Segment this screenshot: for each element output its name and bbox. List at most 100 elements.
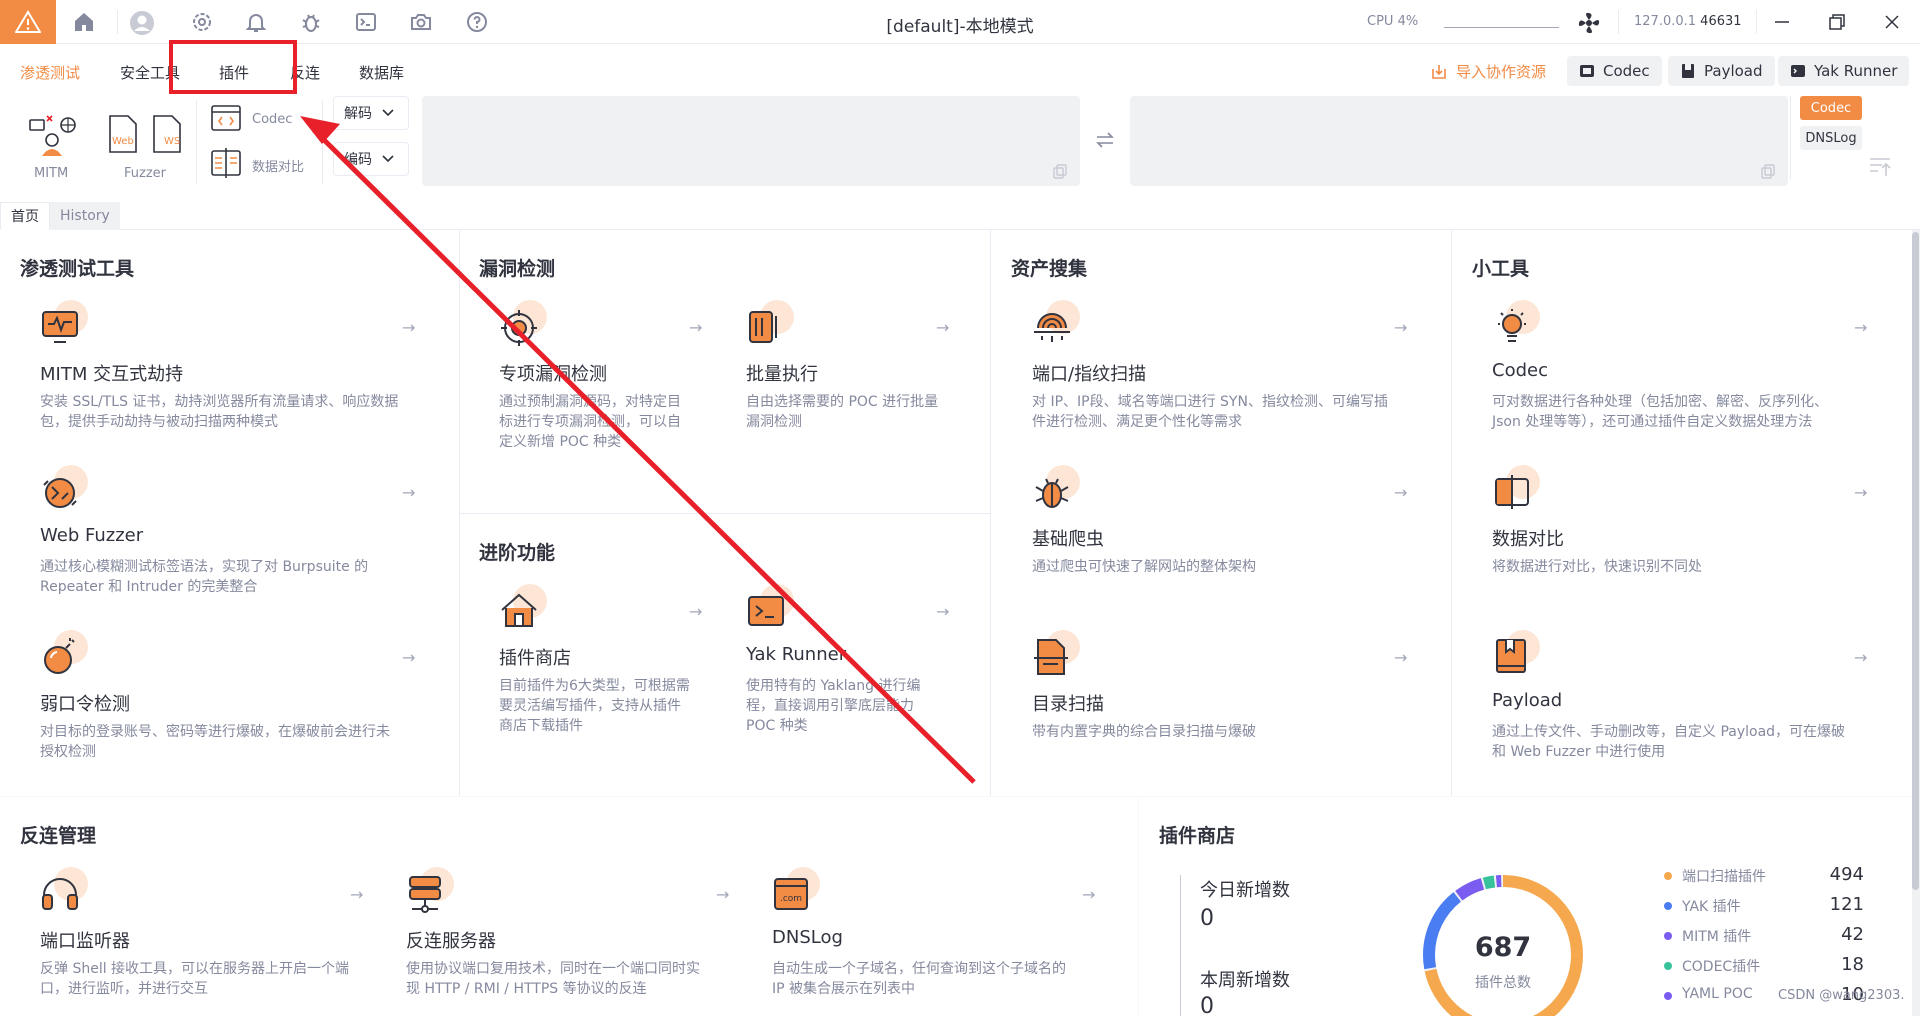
menu-database[interactable]: 数据库 <box>359 62 404 83</box>
section-title-pentest: 渗透测试工具 <box>20 258 135 280</box>
bug-icon <box>1032 465 1080 513</box>
encode-select[interactable]: 编码 <box>333 142 409 176</box>
side-tab-codec[interactable]: Codec <box>1800 96 1862 120</box>
arrow-right-icon: → <box>402 318 416 337</box>
copy-icon[interactable] <box>1760 164 1776 180</box>
card-title: MITM 交互式劫持 <box>40 364 184 385</box>
watermark: CSDN @wang2303. <box>1778 988 1905 1003</box>
engine-address: 127.0.0.1 46631 <box>1634 14 1742 29</box>
web-fuzzer-icon <box>109 115 137 153</box>
legend-label: MITM 插件 <box>1682 929 1752 945</box>
collapse-toolbar-icon[interactable] <box>1868 156 1892 182</box>
card-title: 端口/指纹扫描 <box>1032 364 1147 385</box>
asset-panel: 资产搜集 → 端口/指纹扫描 对 IP、IP段、域名等端口进行 SYN、指纹检测… <box>991 230 1451 796</box>
card-desc: 通过预制漏洞源码，对特定目 标进行专项漏洞检测，可以自 定义新增 POC 种类 <box>499 394 681 450</box>
codec-icon <box>211 105 241 131</box>
tab-home[interactable]: 首页 <box>0 202 50 230</box>
settings-gear-icon[interactable] <box>190 10 214 34</box>
week-new-label: 本周新增数 <box>1200 970 1290 991</box>
yak-runner-shortcut-button[interactable]: Yak Runner <box>1778 56 1910 86</box>
legend-value: 121 <box>1829 894 1864 915</box>
fuzzer-tool[interactable]: Web WS Fuzzer <box>106 114 186 184</box>
dotcom-icon: .com <box>772 867 820 915</box>
legend-value: 494 <box>1829 864 1864 885</box>
card-title: 数据对比 <box>1492 529 1564 550</box>
card-desc: 目前插件为6大类型，可根据需 要灵活编写插件，支持从插件 商店下载插件 <box>499 678 690 734</box>
payload-icon <box>1682 64 1694 78</box>
restore-icon[interactable] <box>1825 10 1849 34</box>
card-desc: 对目标的登录账号、密码等进行爆破，在爆破前会进行未 授权检测 <box>40 724 390 760</box>
card-title: 基础爬虫 <box>1032 529 1104 550</box>
card-desc: 通过核心模糊测试标签语法，实现了对 Burpsuite 的 Repeater 和 … <box>40 559 369 595</box>
section-title-store: 插件商店 <box>1159 825 1236 847</box>
server-icon <box>406 867 454 915</box>
headset-icon <box>40 867 88 915</box>
advanced-panel: 进阶功能 → 插件商店 目前插件为6大类型，可根据需 要灵活编写插件，支持从插件商… <box>460 514 990 796</box>
bug-icon[interactable] <box>299 10 323 34</box>
output-textarea[interactable] <box>1130 96 1788 186</box>
today-new-value: 0 <box>1200 906 1214 931</box>
legend-dot <box>1664 872 1672 880</box>
import-resources-button[interactable]: 导入协作资源 <box>1430 61 1546 82</box>
svg-text:.com: .com <box>780 894 802 904</box>
side-tab-dnslog[interactable]: DNSLog <box>1800 126 1862 150</box>
plugin-total-label: 插件总数 <box>1475 975 1531 991</box>
close-icon[interactable] <box>1880 10 1904 34</box>
mitm-tool[interactable]: MITM <box>24 110 82 182</box>
section-title-vuln: 漏洞检测 <box>479 258 556 280</box>
engine-status-icon[interactable] <box>1576 10 1602 36</box>
input-textarea[interactable] <box>422 96 1080 186</box>
card-desc: 可对数据进行各种处理（包括加密、解密、反序列化、 Json 处理等等），还可通过插… <box>1492 394 1828 430</box>
scrollbar-thumb[interactable] <box>1912 232 1919 890</box>
bomb-icon <box>40 630 88 678</box>
menu-pentest[interactable]: 渗透测试 <box>20 62 80 83</box>
today-new-label: 今日新增数 <box>1200 880 1290 901</box>
lightbulb-icon <box>1492 300 1540 348</box>
cpu-graph <box>1444 27 1559 28</box>
terminal-icon[interactable] <box>354 10 378 34</box>
card-desc: 使用协议端口复用技术，同时在一个端口同时实现 HTTP / RMI / HTTP… <box>406 961 700 997</box>
card-desc: 使用特有的 Yaklang 进行编 程，直接调用引擎底层能力 POC 种类 <box>746 678 921 734</box>
section-title-advanced: 进阶功能 <box>479 542 556 564</box>
ws-tag: WS <box>164 136 181 147</box>
arrow-right-icon: → <box>716 885 730 904</box>
card-title: 插件商店 <box>499 648 571 669</box>
decode-label: 解码 <box>344 106 372 122</box>
home-icon[interactable] <box>72 10 96 34</box>
tools-panel: 小工具 → Codec 可对数据进行各种处理（包括加密、解密、反序列化、 Json… <box>1452 230 1912 796</box>
plugin-total-value: 687 <box>1474 932 1532 963</box>
user-avatar-icon[interactable] <box>129 10 155 36</box>
legend-dot <box>1664 962 1672 970</box>
help-icon[interactable] <box>465 10 489 34</box>
data-compare-tool[interactable]: 数据对比 <box>210 148 330 182</box>
import-icon <box>1432 64 1446 79</box>
book-icon <box>1492 630 1540 678</box>
card-title: Yak Runner <box>746 644 847 665</box>
tab-history[interactable]: History <box>50 202 120 230</box>
bell-icon[interactable] <box>244 10 268 34</box>
card-title: 目录扫描 <box>1032 694 1104 715</box>
swap-icon[interactable] <box>1095 132 1115 152</box>
reverse-panel: 反连管理 → 端口监听器 反弹 Shell 接收工具，可以在服务器上开启一个端口… <box>0 797 1138 1016</box>
app-logo[interactable] <box>0 0 56 44</box>
minimize-icon[interactable] <box>1770 10 1794 34</box>
vuln-panel: 漏洞检测 → 专项漏洞检测 通过预制漏洞源码，对特定目 标进行专项漏洞检测，可以自… <box>460 230 990 513</box>
arrow-right-icon: → <box>1394 483 1408 502</box>
decode-select[interactable]: 解码 <box>333 96 409 130</box>
quick-toolbar: MITM Web WS Fuzzer Codec 数据对比 解码 编码 Code… <box>0 96 1920 200</box>
batch-icon <box>746 300 794 348</box>
card-desc: 安装 SSL/TLS 证书，劫持浏览器所有流量请求、响应数据 包，提供手动劫持与被… <box>40 394 399 430</box>
camera-icon[interactable] <box>409 10 433 34</box>
legend-label: YAK 插件 <box>1682 899 1741 915</box>
target-icon <box>499 300 547 348</box>
legend-dot <box>1664 932 1672 940</box>
import-label: 导入协作资源 <box>1456 63 1547 81</box>
copy-icon[interactable] <box>1052 164 1068 180</box>
terminal-icon <box>746 584 794 632</box>
codec-tool[interactable]: Codec <box>210 104 330 138</box>
payload-shortcut-button[interactable]: Payload <box>1668 56 1775 86</box>
card-desc: 通过爬虫可快速了解网站的整体架构 <box>1032 559 1256 575</box>
chevron-down-icon <box>382 155 394 163</box>
arrow-right-icon: → <box>1854 483 1868 502</box>
codec-shortcut-button[interactable]: Codec <box>1567 56 1662 86</box>
